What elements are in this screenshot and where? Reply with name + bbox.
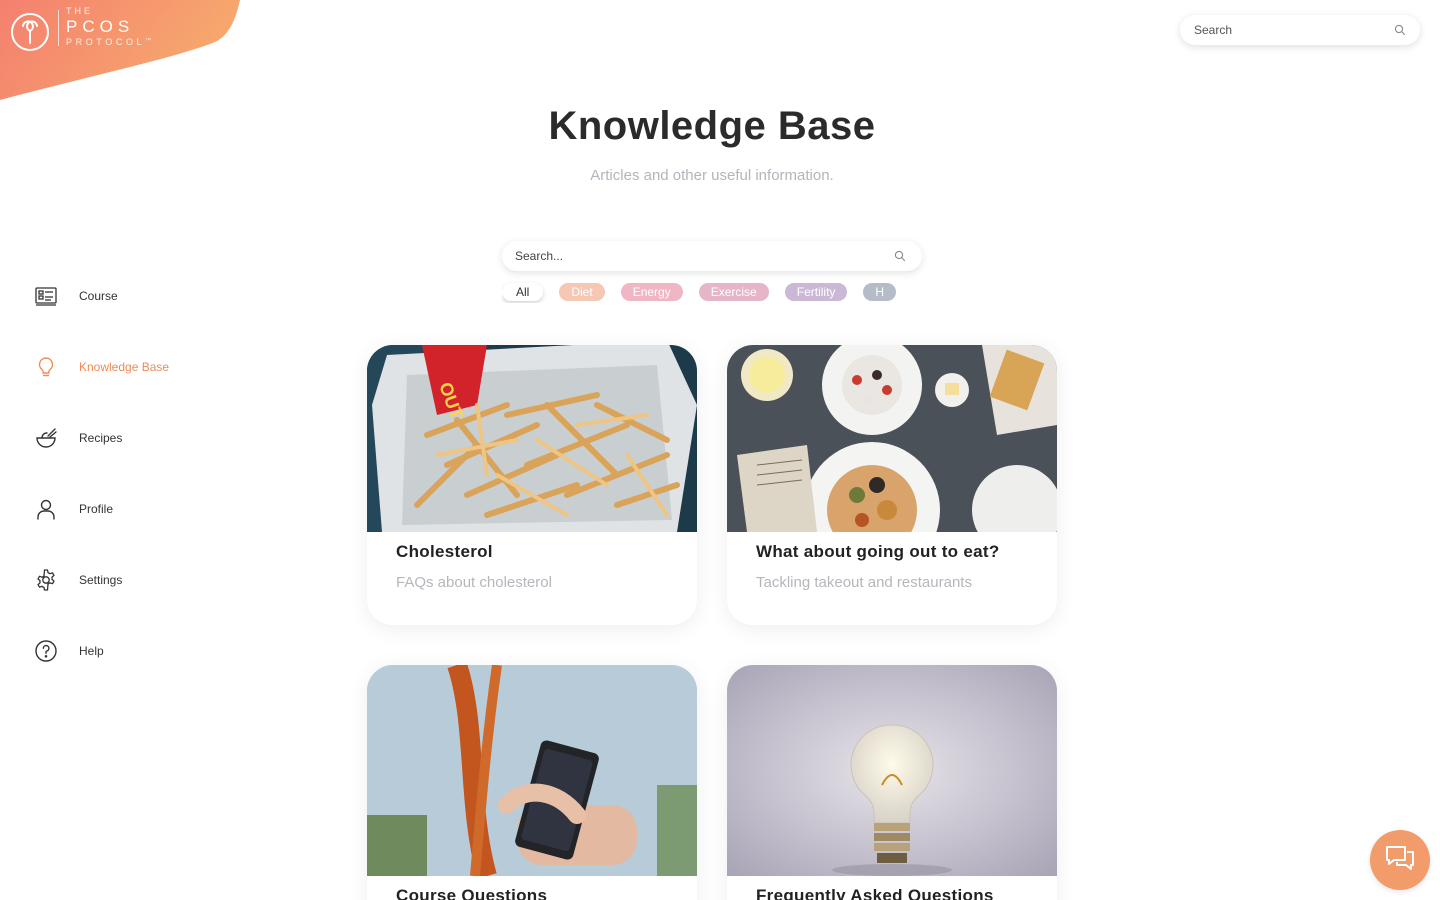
sidebar-item-label: Help xyxy=(79,644,104,658)
sidebar-item-recipes[interactable]: Recipes xyxy=(34,425,234,451)
chat-button[interactable] xyxy=(1370,830,1430,890)
chip-energy[interactable]: Energy xyxy=(620,283,683,301)
brand-line-2: PCOS xyxy=(66,17,135,36)
card-body: What about going out to eat? Tackling ta… xyxy=(727,532,1057,591)
sidebar-item-help[interactable]: Help xyxy=(34,638,234,664)
brand-line-3: PROTOCOL™ xyxy=(66,38,155,47)
brand-trademark: ™ xyxy=(145,38,155,44)
card-description: Tackling takeout and restaurants xyxy=(756,574,972,591)
brand-line-3-text: PROTOCOL xyxy=(66,37,146,47)
brand-mark-icon xyxy=(10,12,50,52)
article-card-faq[interactable]: Frequently Asked Questions xyxy=(727,665,1057,900)
top-search-bar[interactable] xyxy=(1180,15,1420,45)
brand-wordmark: THE PCOS PROTOCOL™ xyxy=(66,7,155,47)
chip-all[interactable]: All xyxy=(502,283,544,301)
lightbulb-icon xyxy=(34,355,58,379)
course-icon xyxy=(34,284,58,308)
article-card-course-questions[interactable]: Course Questions xyxy=(367,665,697,900)
card-title: What about going out to eat? xyxy=(756,542,1000,561)
sidebar-item-label: Profile xyxy=(79,502,114,516)
chip-diet[interactable]: Diet xyxy=(559,283,605,301)
lightbulb-photo xyxy=(727,665,1057,876)
knowledge-search-input[interactable] xyxy=(515,249,894,263)
top-search-input[interactable] xyxy=(1194,23,1394,37)
card-description: FAQs about cholesterol xyxy=(396,574,552,591)
sidebar-item-settings[interactable]: Settings xyxy=(34,567,234,593)
card-body: Course Questions xyxy=(367,876,697,900)
sidebar-item-label: Knowledge Base xyxy=(79,360,170,374)
card-title: Cholesterol xyxy=(396,542,493,561)
search-icon[interactable] xyxy=(1394,24,1406,36)
chip-h[interactable]: H xyxy=(863,283,897,301)
user-icon xyxy=(34,497,58,521)
phone-hands-photo xyxy=(367,665,697,876)
category-filter-chips: All Diet Energy Exercise Fertility H xyxy=(502,281,924,303)
chip-fertility[interactable]: Fertility xyxy=(784,283,848,301)
sidebar-item-label: Course xyxy=(79,289,118,303)
card-title: Frequently Asked Questions xyxy=(756,886,994,900)
gear-icon xyxy=(34,568,58,592)
sidebar-item-course[interactable]: Course xyxy=(34,283,234,309)
card-body: Cholesterol FAQs about cholesterol xyxy=(367,532,697,591)
article-card-going-out-to-eat[interactable]: What about going out to eat? Tackling ta… xyxy=(727,345,1057,625)
knowledge-search-bar[interactable] xyxy=(502,241,922,271)
sidebar-item-knowledge-base[interactable]: Knowledge Base xyxy=(34,354,234,380)
sidebar-item-label: Recipes xyxy=(79,431,123,445)
sidebar-item-profile[interactable]: Profile xyxy=(34,496,234,522)
card-body: Frequently Asked Questions xyxy=(727,876,1057,900)
article-card-cholesterol[interactable]: OUT Cholesterol FAQs about cholesterol xyxy=(367,345,697,625)
chat-icon xyxy=(1384,843,1416,878)
brand-line-1: THE xyxy=(66,6,93,16)
question-icon xyxy=(34,639,58,663)
sidebar-item-label: Settings xyxy=(79,573,123,587)
page-title: Knowledge Base xyxy=(548,104,876,148)
brand-logo-banner[interactable]: THE PCOS PROTOCOL™ xyxy=(0,0,250,110)
brand-divider xyxy=(58,10,59,46)
search-icon[interactable] xyxy=(894,250,906,262)
bowl-icon xyxy=(34,426,58,450)
card-title: Course Questions xyxy=(396,886,548,900)
page-subtitle: Articles and other useful information. xyxy=(590,167,834,184)
restaurant-table-photo xyxy=(727,345,1057,532)
fries-photo: OUT xyxy=(367,345,697,532)
chip-exercise[interactable]: Exercise xyxy=(698,283,769,301)
